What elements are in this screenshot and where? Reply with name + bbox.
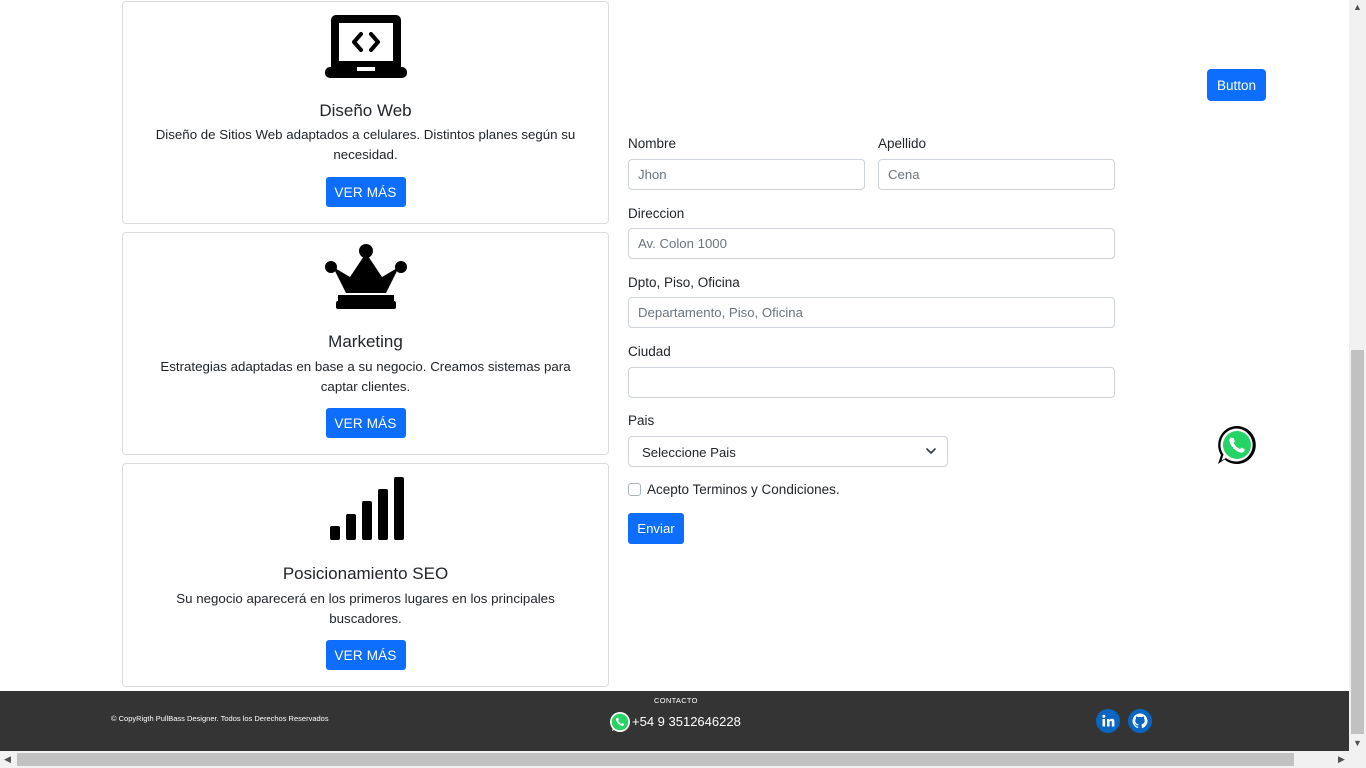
scroll-left-arrow-icon[interactable]: ◀ (4, 755, 11, 764)
nombre-input[interactable] (628, 159, 865, 190)
terms-label: Acepto Terminos y Condiciones. (647, 482, 840, 497)
horizontal-scrollbar-thumb[interactable] (17, 753, 1294, 766)
scroll-up-arrow-icon[interactable]: ▲ (1353, 3, 1362, 12)
contact-title: CONTACTO (654, 696, 698, 705)
ver-mas-button[interactable]: VER MÁS (325, 408, 406, 438)
crown-icon (324, 244, 407, 309)
laptop-code-icon (324, 15, 407, 78)
nombre-label: Nombre (628, 136, 677, 151)
scroll-down-arrow-icon[interactable]: ▼ (1353, 739, 1362, 748)
copyright-text: © CopyRigth PullBass Designer. Todos los… (111, 714, 329, 723)
pais-selected-value: Seleccione Pais (642, 445, 736, 460)
ciudad-label: Ciudad (628, 344, 671, 359)
vertical-scrollbar-thumb[interactable] (1351, 350, 1364, 734)
signal-bars-icon (329, 477, 404, 540)
whatsapp-icon[interactable] (609, 711, 631, 733)
pais-select[interactable]: Seleccione Pais (628, 436, 948, 467)
card-title: Diseño Web (319, 101, 412, 120)
ciudad-input[interactable] (628, 367, 1115, 398)
card-title: Marketing (328, 332, 403, 351)
service-card-marketing: Marketing Estrategias adaptadas en base … (122, 232, 609, 455)
direccion-input[interactable] (628, 228, 1115, 259)
scroll-right-arrow-icon[interactable]: ▶ (1338, 755, 1345, 764)
submit-button[interactable]: Enviar (628, 513, 684, 544)
ver-mas-button[interactable]: VER MÁS (325, 640, 406, 670)
linkedin-icon[interactable] (1096, 709, 1120, 733)
terms-checkbox[interactable] (628, 483, 641, 496)
top-button[interactable]: Button (1207, 69, 1266, 101)
footer: © CopyRigth PullBass Designer. Todos los… (0, 691, 1349, 751)
direccion-label: Direccion (628, 206, 685, 221)
ver-mas-button[interactable]: VER MÁS (325, 177, 406, 207)
service-card-seo: Posicionamiento SEO Su negocio aparecerá… (122, 463, 609, 687)
github-icon[interactable] (1128, 709, 1152, 733)
page-viewport: Diseño Web Diseño de Sitios Web adaptado… (0, 0, 1349, 751)
phone-number: +54 9 3512646228 (632, 714, 741, 729)
card-description: Estrategias adaptadas en base a su negoc… (160, 359, 571, 394)
dpto-input[interactable] (628, 297, 1115, 328)
card-title: Posicionamiento SEO (282, 564, 449, 583)
apellido-input[interactable] (878, 159, 1115, 190)
whatsapp-icon[interactable] (1216, 424, 1258, 466)
chevron-down-icon (926, 448, 936, 454)
card-description: Su negocio aparecerá en los primeros lug… (176, 591, 555, 626)
pais-label: Pais (628, 413, 655, 428)
service-card-diseno-web: Diseño Web Diseño de Sitios Web adaptado… (122, 1, 609, 224)
card-description: Diseño de Sitios Web adaptados a celular… (155, 127, 576, 162)
apellido-label: Apellido (878, 136, 927, 151)
dpto-label: Dpto, Piso, Oficina (628, 275, 740, 290)
